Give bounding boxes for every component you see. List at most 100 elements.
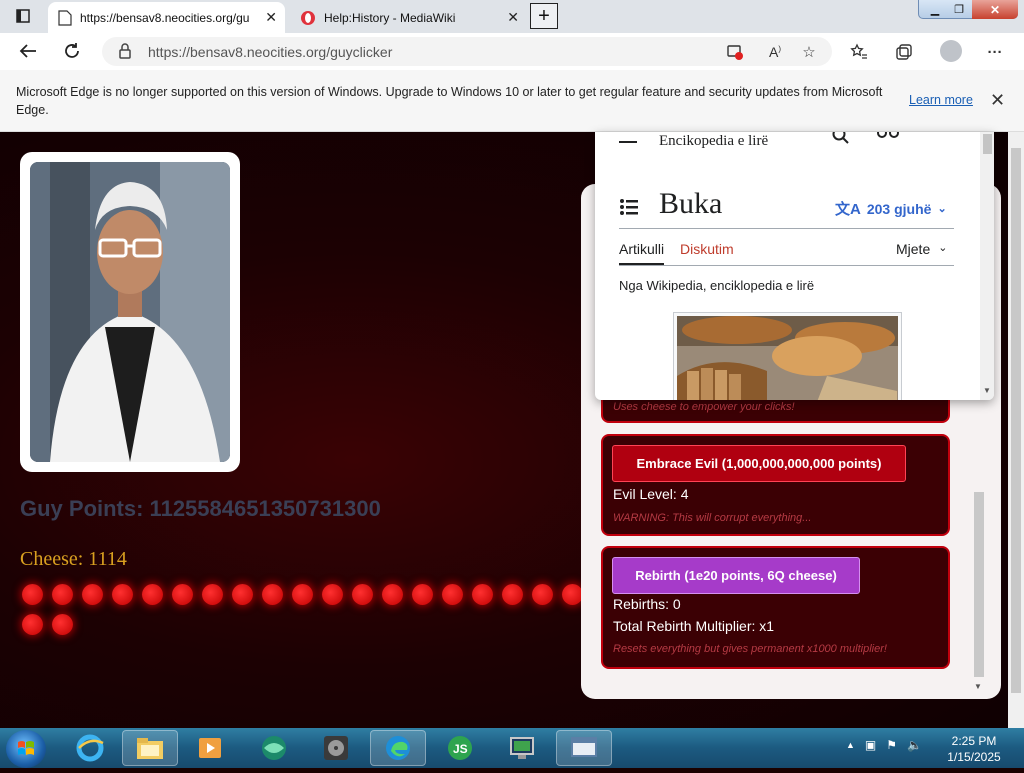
start-button[interactable] (6, 730, 46, 768)
clock-date: 1/15/2025 (947, 750, 1001, 764)
window-close-button[interactable]: ✕ (972, 0, 1018, 19)
address-bar[interactable]: https://bensav8.neocities.org/guyclicker (102, 37, 832, 66)
tools-label: Mjete (896, 241, 931, 257)
restore-icon[interactable]: ❐ (945, 0, 973, 19)
language-selector[interactable]: 文A 203 gjuhë ⌄ (835, 198, 947, 219)
guy-image-frame[interactable] (20, 152, 240, 472)
edge-browser-icon[interactable] (370, 730, 426, 766)
app-monitor-icon[interactable] (494, 730, 550, 766)
tab-actions-icon[interactable] (10, 4, 36, 28)
more-icon[interactable]: ··· (929, 132, 945, 140)
red-click-dot (472, 584, 493, 605)
title-divider (619, 228, 954, 229)
favorites-icon[interactable] (848, 41, 870, 63)
page-icon (58, 9, 72, 26)
volume-icon[interactable]: 🔈 (907, 738, 922, 752)
wikipedia-popup: Encikopedia e lirë ··· Buka 文A 203 gjuhë… (595, 132, 994, 400)
appearance-icon[interactable] (877, 132, 899, 142)
rebirth-button[interactable]: Rebirth (1e20 points, 6Q cheese) (612, 557, 860, 594)
popup-scroll-thumb[interactable] (983, 134, 992, 154)
bread-image-frame[interactable] (673, 312, 902, 400)
svg-text:JS: JS (453, 742, 468, 756)
red-click-dot (412, 584, 433, 605)
red-click-dot (292, 584, 313, 605)
page-scroll-thumb[interactable] (1011, 148, 1021, 693)
profile-avatar[interactable] (940, 40, 962, 62)
red-click-dot (112, 584, 133, 605)
red-click-dot (532, 584, 553, 605)
rebirth-note: Resets everything but gives permanent x1… (613, 643, 887, 655)
panel-scroll-thumb[interactable] (974, 492, 984, 677)
red-click-dot (22, 584, 43, 605)
guy-photo[interactable] (30, 162, 230, 462)
scroll-down-arrow-icon[interactable]: ▼ (983, 386, 991, 395)
embrace-evil-button[interactable]: Embrace Evil (1,000,000,000,000 points) (612, 445, 906, 482)
rebirth-card: Rebirth (1e20 points, 6Q cheese) Rebirth… (601, 546, 950, 669)
popup-scrollbar[interactable]: ▼ (980, 132, 994, 400)
table-of-contents-icon[interactable] (620, 198, 640, 216)
windows-taskbar: JS ▲ ▣ ⚑ 🔈 2:25 PM 1/15/2025 (0, 728, 1024, 768)
tab-guyclicker[interactable]: https://bensav8.neocities.org/gu ✕ (48, 2, 285, 33)
tabs-divider (619, 265, 954, 266)
menu-icon[interactable] (619, 134, 639, 146)
tab-article[interactable]: Artikulli (619, 241, 665, 265)
unsupported-os-infobar: Microsoft Edge is no longer supported on… (0, 70, 1024, 132)
cheese-counter: Cheese: 1114 (20, 548, 127, 570)
close-tab-icon[interactable]: ✕ (265, 9, 277, 26)
red-click-dot (382, 584, 403, 605)
opera-icon (301, 10, 315, 25)
read-aloud-icon[interactable]: A) (764, 41, 786, 63)
internet-explorer-icon[interactable] (62, 730, 118, 766)
red-click-dot (442, 584, 463, 605)
collections-icon[interactable] (893, 41, 915, 63)
cheese-upgrade-note: Uses cheese to empower your clicks! (613, 401, 795, 413)
tab-strip: https://bensav8.neocities.org/gu ✕ Help:… (0, 0, 1024, 33)
media-player-icon[interactable] (182, 730, 238, 766)
taskbar-clock[interactable]: 2:25 PM 1/15/2025 (940, 733, 1008, 765)
red-click-dot (262, 584, 283, 605)
rebirth-multiplier: Total Rebirth Multiplier: x1 (613, 618, 775, 634)
search-icon[interactable] (831, 132, 851, 146)
learn-more-link[interactable]: Learn more (909, 93, 973, 107)
article-title: Buka (659, 187, 723, 220)
app-js-icon[interactable]: JS (432, 730, 488, 766)
lock-icon[interactable] (118, 43, 132, 59)
chevron-down-icon: ⌄ (938, 242, 948, 254)
guy-points-counter: Guy Points: 1125584651350731300 (20, 496, 381, 521)
network-icon[interactable]: ▣ (865, 738, 876, 752)
scroll-down-arrow-icon[interactable]: ▼ (974, 682, 982, 691)
add-favorite-icon[interactable]: ☆ (798, 41, 820, 63)
new-tab-button[interactable]: + (530, 3, 558, 29)
red-click-dot (502, 584, 523, 605)
page-scrollbar[interactable] (1008, 132, 1024, 728)
close-icon[interactable]: ✕ (990, 90, 1005, 111)
bread-image[interactable] (677, 316, 898, 400)
evil-warning: WARNING: This will corrupt everything... (613, 512, 812, 524)
app-globe-icon[interactable] (246, 730, 302, 766)
tools-menu[interactable]: Mjete ⌄ (896, 241, 947, 257)
red-click-dot (322, 584, 343, 605)
app-window-icon[interactable] (556, 730, 612, 766)
tab-discussion[interactable]: Diskutim (680, 241, 734, 257)
red-click-dot (52, 584, 73, 605)
evil-upgrade-card: Embrace Evil (1,000,000,000,000 points) … (601, 434, 950, 536)
tab-mediawiki[interactable]: Help:History - MediaWiki ✕ (290, 2, 527, 33)
red-click-dot (142, 584, 163, 605)
red-click-dot (352, 584, 373, 605)
tab-title: https://bensav8.neocities.org/gu (80, 10, 250, 25)
close-tab-icon[interactable]: ✕ (507, 9, 519, 26)
red-click-dot (562, 584, 583, 605)
infobar-message: Microsoft Edge is no longer supported on… (16, 85, 883, 117)
red-click-dot (82, 584, 103, 605)
action-center-flag-icon[interactable]: ⚑ (886, 738, 897, 752)
more-options-icon[interactable]: ··· (984, 41, 1006, 63)
url-text[interactable]: https://bensav8.neocities.org/guyclicker (148, 44, 392, 60)
refresh-icon[interactable] (60, 39, 84, 63)
app-dvd-icon[interactable] (308, 730, 364, 766)
tab-title: Help:History - MediaWiki (324, 10, 456, 25)
show-hidden-icons-icon[interactable]: ▲ (846, 740, 855, 752)
file-explorer-icon[interactable] (122, 730, 178, 766)
tracking-prevention-icon[interactable] (724, 41, 746, 63)
system-tray: ▲ ▣ ⚑ 🔈 (846, 738, 922, 752)
back-icon[interactable] (16, 39, 40, 63)
